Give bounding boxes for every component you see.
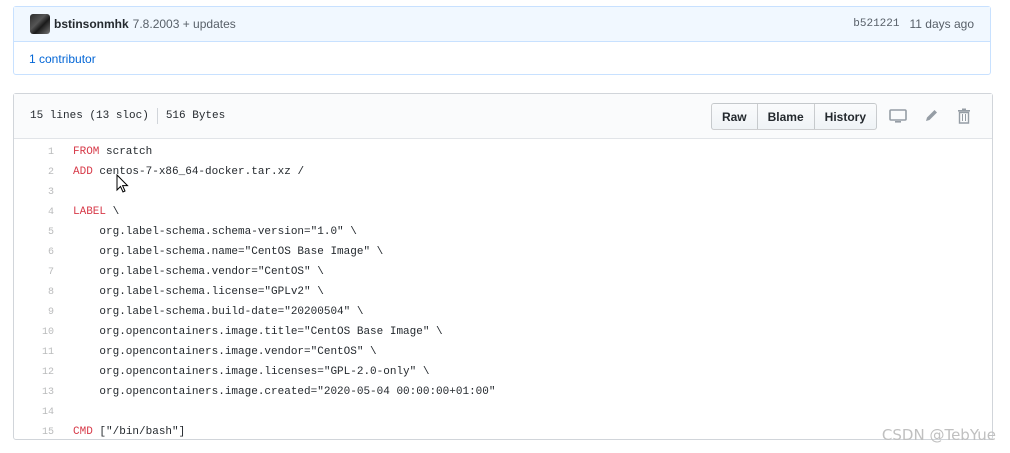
code-line: 2 ADD centos-7-x86_64-docker.tar.xz / <box>14 162 992 182</box>
line-number[interactable]: 10 <box>14 327 73 338</box>
code-line: 1 FROM scratch <box>14 142 992 162</box>
code-line: 3 <box>14 182 992 202</box>
code-line: 7 org.label-schema.vendor="CentOS" \ <box>14 262 992 282</box>
code-line: 5 org.label-schema.schema-version="1.0" … <box>14 222 992 242</box>
commit-author-link[interactable]: bstinsonmhk <box>54 17 129 31</box>
line-number[interactable]: 3 <box>14 187 73 198</box>
file-viewer: 15 lines (13 sloc) 516 Bytes Raw Blame H… <box>13 93 993 440</box>
line-content: org.opencontainers.image.title="CentOS B… <box>73 326 443 338</box>
line-number[interactable]: 7 <box>14 267 73 278</box>
contributors-link[interactable]: 1 contributor <box>29 52 96 66</box>
commit-sha-link[interactable]: b521221 <box>853 18 899 30</box>
line-number[interactable]: 11 <box>14 347 73 358</box>
line-content: org.opencontainers.image.created="2020-0… <box>73 386 496 398</box>
code-line: 13 org.opencontainers.image.created="202… <box>14 382 992 402</box>
code-body: 1 FROM scratch 2 ADD centos-7-x86_64-docke… <box>14 139 992 442</box>
line-number[interactable]: 9 <box>14 307 73 318</box>
line-content: org.label-schema.name="CentOS Base Image… <box>73 246 384 258</box>
divider <box>156 108 158 124</box>
code-line: 15 CMD ["/bin/bash"] <box>14 422 992 442</box>
file-button-group: Raw Blame History <box>710 102 877 130</box>
watermark: CSDN @TebYue <box>881 426 996 444</box>
code-line: 11 org.opencontainers.image.vendor="Cent… <box>14 342 992 362</box>
blame-button[interactable]: Blame <box>756 102 815 130</box>
line-content: org.opencontainers.image.vendor="CentOS"… <box>73 346 377 358</box>
line-content: org.label-schema.build-date="20200504" \ <box>73 306 364 318</box>
line-content: org.label-schema.schema-version="1.0" \ <box>73 226 357 238</box>
contributors-row: 1 contributor <box>14 42 990 75</box>
raw-button[interactable]: Raw <box>710 102 758 130</box>
code-line: 14 <box>14 402 992 422</box>
line-content: org.opencontainers.image.licenses="GPL-2… <box>73 366 430 378</box>
line-content: FROM scratch <box>73 146 153 158</box>
mouse-cursor-icon <box>116 173 130 199</box>
commit-time: 11 days ago <box>909 17 975 31</box>
code-line: 8 org.label-schema.license="GPLv2" \ <box>14 282 992 302</box>
code-line: 10 org.opencontainers.image.title="CentO… <box>14 322 992 342</box>
pencil-icon[interactable] <box>919 106 943 126</box>
line-content: org.label-schema.vendor="CentOS" \ <box>73 266 324 278</box>
line-number[interactable]: 4 <box>14 207 73 218</box>
latest-commit-box: bstinsonmhk 7.8.2003 + updates b521221 1… <box>13 6 991 75</box>
desktop-icon[interactable] <box>886 106 910 126</box>
line-number[interactable]: 6 <box>14 247 73 258</box>
file-info: 15 lines (13 sloc) 516 Bytes <box>30 108 225 124</box>
line-number[interactable]: 1 <box>14 147 73 158</box>
code-line: 6 org.label-schema.name="CentOS Base Ima… <box>14 242 992 262</box>
file-header: 15 lines (13 sloc) 516 Bytes Raw Blame H… <box>14 94 992 139</box>
line-content: CMD ["/bin/bash"] <box>73 426 186 438</box>
line-number[interactable]: 15 <box>14 427 73 438</box>
line-number[interactable]: 2 <box>14 167 73 178</box>
commit-header: bstinsonmhk 7.8.2003 + updates b521221 1… <box>14 7 990 42</box>
trash-icon[interactable] <box>952 106 976 126</box>
commit-message[interactable]: 7.8.2003 + updates <box>133 17 236 31</box>
file-actions: Raw Blame History <box>710 102 976 130</box>
line-content: LABEL \ <box>73 206 120 218</box>
line-number[interactable]: 8 <box>14 287 73 298</box>
line-content: org.label-schema.license="GPLv2" \ <box>73 286 324 298</box>
code-line: 9 org.label-schema.build-date="20200504"… <box>14 302 992 322</box>
file-lines-info: 15 lines (13 sloc) <box>30 110 149 122</box>
line-number[interactable]: 5 <box>14 227 73 238</box>
line-number[interactable]: 14 <box>14 407 73 418</box>
line-number[interactable]: 12 <box>14 367 73 378</box>
line-number[interactable]: 13 <box>14 387 73 398</box>
line-content: ADD centos-7-x86_64-docker.tar.xz / <box>73 166 305 178</box>
code-line: 12 org.opencontainers.image.licenses="GP… <box>14 362 992 382</box>
file-size: 516 Bytes <box>165 110 226 122</box>
code-line: 4 LABEL \ <box>14 202 992 222</box>
avatar[interactable] <box>30 14 50 34</box>
history-button[interactable]: History <box>813 102 877 130</box>
